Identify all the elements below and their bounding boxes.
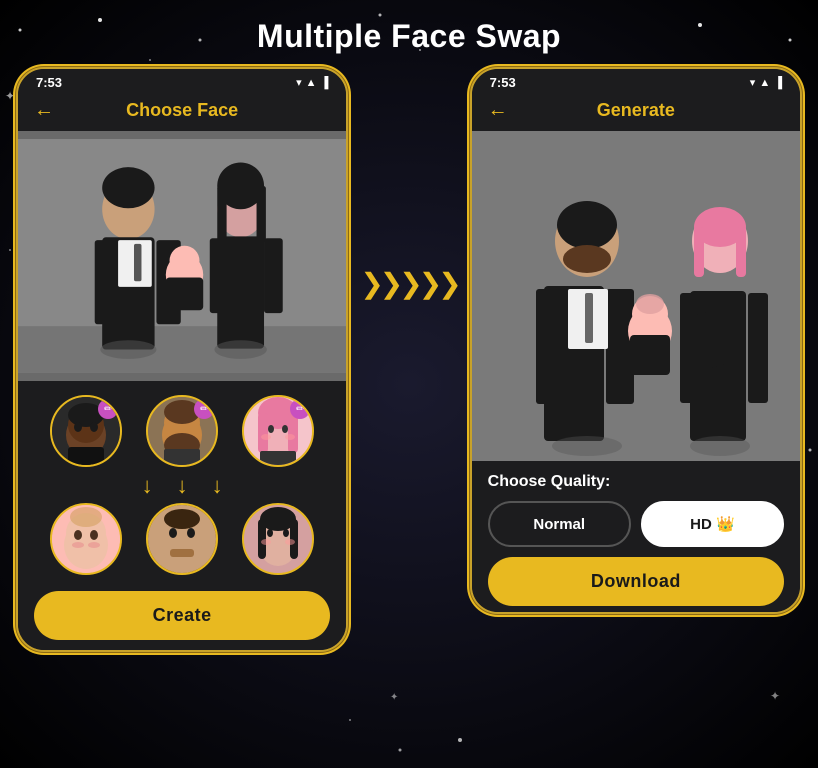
wifi-icon2: ▲ [759,77,770,89]
face-item-3: ✏ [242,395,314,467]
target-faces-row [34,503,330,575]
svg-text:✦: ✦ [390,692,398,703]
arrow-down-3: ↓ [212,475,223,497]
phone2-back-button[interactable]: ← [488,99,508,122]
phone1-status-icons: ▾ ▲ ▐ [296,76,328,89]
normal-quality-button[interactable]: Normal [488,501,631,547]
result-photo-svg [472,131,800,461]
target-face-1[interactable] [50,503,122,575]
family-photo-svg [18,131,346,381]
face-item-1: ✏ [50,395,122,467]
quality-section: Choose Quality: Normal HD 👑 Download [472,461,800,612]
phone2-title: Generate [597,100,675,121]
target-item-2 [146,503,218,575]
phone1: 7:53 ▾ ▲ ▐ ← Choose Face [16,67,348,652]
phone1-time: 7:53 [36,75,62,90]
man-face-svg [148,505,216,573]
quality-buttons-group: Normal HD 👑 [488,501,784,547]
target-item-3 [242,503,314,575]
arrow-item-3: ↓ [212,475,223,497]
arrow-down-1: ↓ [142,475,153,497]
phone2: 7:53 ▾ ▲ ▐ ← Generate [470,67,802,614]
signal-icon2: ▾ [750,76,756,89]
target-face-3[interactable] [242,503,314,575]
source-face-1[interactable]: ✏ [50,395,122,467]
battery-icon: ▐ [321,77,329,89]
arrow-item-1: ↓ [142,475,153,497]
source-face-2[interactable]: ✏ [146,395,218,467]
target-item-1 [50,503,122,575]
target-face-2[interactable] [146,503,218,575]
face-item-2: ✏ [146,395,218,467]
phones-container: 7:53 ▾ ▲ ▐ ← Choose Face [0,67,818,652]
arrow-down-2: ↓ [177,475,188,497]
quality-label: Choose Quality: [488,473,784,491]
source-face-3[interactable]: ✏ [242,395,314,467]
phone2-time: 7:53 [490,75,516,90]
phone1-header: ← Choose Face [18,94,346,131]
create-button[interactable]: Create [34,591,330,640]
phone2-result-image [472,131,800,461]
phone2-status-icons: ▾ ▲ ▐ [750,76,782,89]
arrow-between-phones: ❯❯❯❯❯ [348,267,469,300]
hd-quality-button[interactable]: HD 👑 [641,501,784,547]
page-title: Multiple Face Swap [0,0,818,67]
phone1-status-bar: 7:53 ▾ ▲ ▐ [18,69,346,94]
signal-icon: ▾ [296,76,302,89]
wifi-icon: ▲ [306,77,317,89]
svg-text:✦: ✦ [770,689,780,703]
face-swap-section: ✏ ✏ [18,381,346,650]
phone1-title: Choose Face [126,100,238,121]
baby-face-svg [52,505,120,573]
phone1-source-image [18,131,346,381]
phone1-back-button[interactable]: ← [34,99,54,122]
phone2-status-bar: 7:53 ▾ ▲ ▐ [472,69,800,94]
arrows-row: ↓ ↓ ↓ [34,475,330,497]
arrow-item-2: ↓ [177,475,188,497]
source-faces-row: ✏ ✏ [34,395,330,467]
woman-face-svg [244,505,312,573]
download-button[interactable]: Download [488,557,784,606]
phone2-header: ← Generate [472,94,800,131]
battery-icon2: ▐ [774,77,782,89]
